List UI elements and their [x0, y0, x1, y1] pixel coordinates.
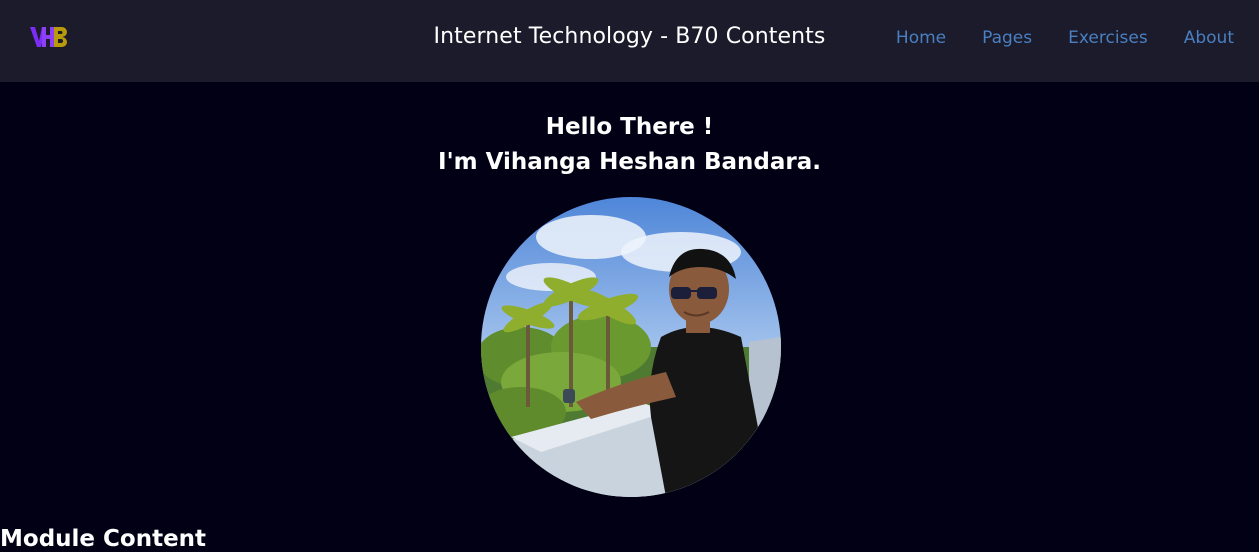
- nav-link-exercises[interactable]: Exercises: [1068, 28, 1148, 48]
- nav-link-home[interactable]: Home: [896, 28, 946, 48]
- navbar: Internet Technology - B70 Contents Home …: [0, 0, 1259, 82]
- nav-menu: Home Pages Exercises About: [896, 28, 1234, 48]
- hero-greeting: Hello There !: [545, 114, 714, 140]
- profile-photo-illustration: [481, 197, 781, 497]
- nav-link-pages[interactable]: Pages: [982, 28, 1032, 48]
- nav-link-about[interactable]: About: [1184, 28, 1234, 48]
- profile-photo: [481, 197, 781, 497]
- hero-name: I'm Vihanga Heshan Bandara.: [438, 149, 821, 175]
- hero-greeting-block: Hello There ! I'm Vihanga Heshan Bandara…: [0, 110, 1259, 180]
- module-content-heading: Module Content: [0, 526, 207, 552]
